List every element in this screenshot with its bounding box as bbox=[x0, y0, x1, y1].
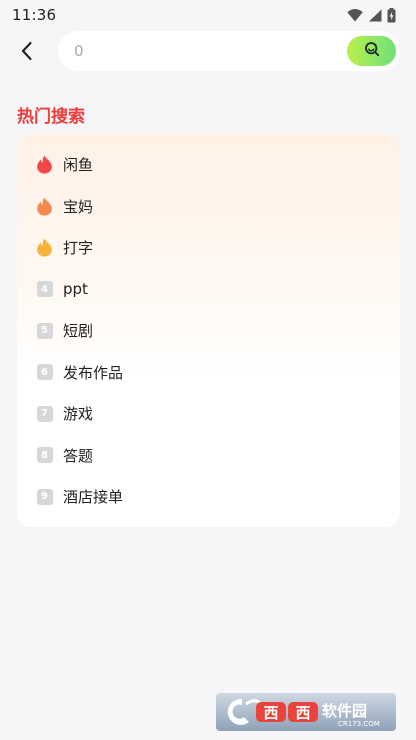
hot-search-item-1[interactable]: 闲鱼 bbox=[17, 144, 400, 186]
hot-search-item-4[interactable]: 4 ppt bbox=[17, 269, 400, 311]
svg-text:西: 西 bbox=[263, 704, 278, 722]
rank-number: 5 bbox=[36, 322, 53, 339]
svg-text:西: 西 bbox=[295, 704, 310, 722]
signal-icon bbox=[368, 9, 382, 22]
chevron-left-icon bbox=[20, 41, 34, 65]
rank-badge: 7 bbox=[36, 405, 53, 422]
hot-search-label: 宝妈 bbox=[63, 197, 94, 216]
hot-search-item-8[interactable]: 8 答题 bbox=[17, 435, 400, 477]
hot-search-label: 答题 bbox=[63, 446, 94, 465]
hot-search-item-2[interactable]: 宝妈 bbox=[17, 186, 400, 228]
rank-badge: 8 bbox=[36, 447, 53, 464]
svg-text:CR173.COM: CR173.COM bbox=[338, 720, 380, 728]
battery-icon bbox=[387, 7, 396, 23]
hot-search-item-5[interactable]: 5 短剧 bbox=[17, 310, 400, 352]
search-icon bbox=[364, 41, 380, 61]
rank-1-flame-icon bbox=[36, 155, 53, 174]
status-bar: 11:36 bbox=[0, 0, 416, 30]
hot-search-label: 发布作品 bbox=[63, 363, 124, 382]
rank-number: 4 bbox=[36, 281, 53, 298]
rank-badge: 9 bbox=[36, 488, 53, 505]
status-icons bbox=[347, 7, 396, 23]
search-page: 11:36 0 热门搜索 闲鱼 宝妈 打字 4 ppt 5 短剧 6 发布作品 … bbox=[0, 0, 416, 740]
hot-search-item-9[interactable]: 9 酒店接单 bbox=[17, 476, 400, 518]
rank-badge: 6 bbox=[36, 364, 53, 381]
hot-search-item-3[interactable]: 打字 bbox=[17, 227, 400, 269]
rank-badge: 4 bbox=[36, 281, 53, 298]
search-button[interactable] bbox=[347, 36, 396, 66]
rank-badge: 5 bbox=[36, 322, 53, 339]
search-box bbox=[58, 31, 400, 71]
hot-search-card: 闲鱼 宝妈 打字 4 ppt 5 短剧 6 发布作品 7 游戏 8 答题 9 酒… bbox=[17, 134, 400, 527]
hot-search-item-7[interactable]: 7 游戏 bbox=[17, 393, 400, 435]
hot-search-label: 游戏 bbox=[63, 405, 94, 424]
search-header bbox=[0, 30, 416, 74]
status-time: 11:36 bbox=[12, 6, 57, 24]
rank-2-flame-icon bbox=[36, 197, 53, 216]
hot-search-label: 短剧 bbox=[63, 322, 94, 341]
hot-search-title: 热门搜索 bbox=[17, 107, 85, 127]
back-button[interactable] bbox=[10, 36, 44, 70]
svg-text:软件园: 软件园 bbox=[322, 702, 367, 720]
hot-search-label: 闲鱼 bbox=[63, 156, 94, 175]
rank-number: 7 bbox=[36, 405, 53, 422]
hot-search-item-6[interactable]: 6 发布作品 bbox=[17, 352, 400, 394]
wifi-icon bbox=[347, 8, 363, 22]
search-input[interactable] bbox=[74, 31, 334, 71]
hot-search-label: 酒店接单 bbox=[63, 488, 124, 507]
rank-number: 8 bbox=[36, 447, 53, 464]
rank-number: 6 bbox=[36, 364, 53, 381]
hot-search-label: 打字 bbox=[63, 239, 94, 258]
hot-search-list: 闲鱼 宝妈 打字 4 ppt 5 短剧 6 发布作品 7 游戏 8 答题 9 酒… bbox=[17, 144, 400, 518]
rank-3-flame-icon bbox=[36, 238, 53, 257]
watermark-logo: 西 西 软件园 CR173.COM bbox=[216, 693, 396, 731]
rank-number: 9 bbox=[36, 488, 53, 505]
hot-search-label: ppt bbox=[63, 280, 88, 299]
